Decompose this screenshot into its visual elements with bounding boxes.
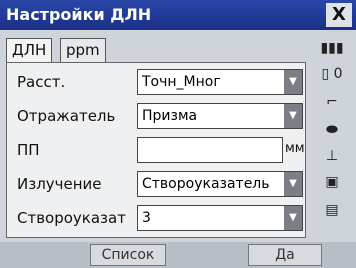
pp-unit: мм [285, 141, 305, 156]
chevron-down-icon[interactable]: ▼ [284, 70, 302, 94]
emission-value: Створоуказатель [142, 176, 270, 192]
reflector-select[interactable]: Призма ▼ [137, 103, 303, 129]
list-button[interactable]: Список [90, 244, 166, 266]
row-emission: Излучение Створоуказатель ▼ [13, 171, 305, 199]
status-sidebar: ▮▮▮ ▯ 0 ⌐ ⬬ ⊥ ▣ ▤ [310, 38, 354, 238]
zero-value: 0 [333, 66, 343, 82]
memory-icon[interactable]: ▤ [310, 202, 354, 218]
battery-icon: ▮▮▮ [320, 40, 344, 56]
distance-value: Точн_Мног [142, 74, 221, 90]
mode-icon[interactable]: ▣ [310, 174, 354, 190]
row-guide: Створоуказат 3 ▼ [13, 205, 305, 233]
distance-label: Расст. [17, 73, 66, 91]
window-title: Настройки ДЛН [6, 5, 152, 24]
softkey-bar: Список Да [0, 242, 356, 268]
guide-select[interactable]: 3 ▼ [137, 205, 303, 231]
chevron-down-icon[interactable]: ▼ [284, 206, 302, 230]
tilt-icon[interactable]: ⬬ [310, 122, 354, 138]
tab-ppm[interactable]: ppm [60, 38, 106, 62]
level-icon: ⌐ [326, 94, 338, 110]
tab-dln[interactable]: ДЛН [6, 38, 53, 64]
pp-input[interactable] [137, 137, 283, 163]
guide-value: 3 [142, 210, 151, 226]
window-title-bar: Настройки ДЛН X [0, 0, 356, 30]
settings-panel: Расст. Точн_Мног ▼ Отражатель Призма ▼ П… [6, 62, 306, 238]
reflector-value: Призма [142, 108, 198, 124]
distance-select[interactable]: Точн_Мног ▼ [137, 69, 303, 95]
guide-label: Створоуказат [17, 209, 126, 227]
pp-label: ПП [17, 141, 40, 159]
ok-button[interactable]: Да [248, 244, 322, 266]
row-distance: Расст. Точн_Мног ▼ [13, 69, 305, 97]
reflector-label: Отражатель [17, 107, 116, 125]
emission-label: Излучение [17, 175, 102, 193]
compensator-icon[interactable]: ▯ 0 [310, 66, 354, 82]
chevron-down-icon[interactable]: ▼ [284, 172, 302, 196]
target-icon[interactable]: ⊥ [310, 148, 354, 164]
close-button[interactable]: X [326, 3, 352, 27]
emission-select[interactable]: Створоуказатель ▼ [137, 171, 303, 197]
row-pp: ПП мм [13, 137, 305, 165]
row-reflector: Отражатель Призма ▼ [13, 103, 305, 131]
chevron-down-icon[interactable]: ▼ [284, 104, 302, 128]
